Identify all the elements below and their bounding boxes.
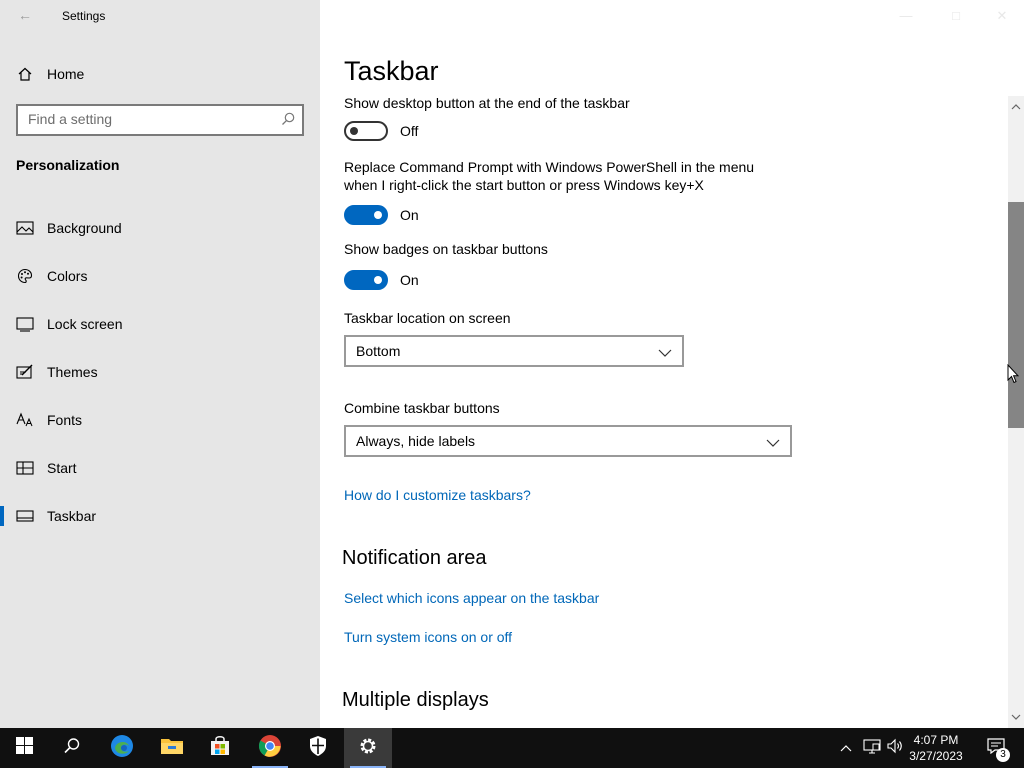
scrollbar[interactable] bbox=[1008, 96, 1024, 728]
app-title: Settings bbox=[62, 9, 106, 23]
system-icons-link[interactable]: Turn system icons on or off bbox=[344, 629, 512, 645]
powershell-toggle[interactable] bbox=[344, 205, 388, 225]
shield-icon bbox=[308, 735, 328, 762]
store-icon bbox=[209, 735, 231, 762]
palette-icon bbox=[16, 268, 34, 284]
combine-buttons-label: Combine taskbar buttons bbox=[344, 400, 500, 416]
title-bar: ← Settings bbox=[0, 0, 320, 34]
sidebar-item-label: Colors bbox=[47, 268, 88, 284]
powershell-label-line1: Replace Command Prompt with Windows Powe… bbox=[344, 159, 755, 175]
chevron-up-icon bbox=[840, 739, 852, 757]
store-button[interactable] bbox=[196, 728, 244, 768]
sidebar-item-label: Lock screen bbox=[47, 316, 123, 332]
close-icon[interactable]: ✕ bbox=[994, 8, 1010, 24]
sidebar-item-label: Fonts bbox=[47, 412, 83, 428]
powershell-row: On bbox=[344, 204, 984, 226]
notification-count-badge: 3 bbox=[996, 748, 1010, 762]
picture-icon bbox=[16, 220, 34, 236]
windows-logo-icon bbox=[15, 737, 33, 759]
network-button[interactable] bbox=[860, 728, 884, 768]
themes-icon bbox=[16, 364, 34, 380]
chrome-button[interactable] bbox=[246, 728, 294, 768]
start-icon bbox=[16, 460, 34, 476]
sidebar-item-label: Start bbox=[47, 460, 77, 476]
lock-screen-icon bbox=[16, 316, 34, 332]
network-icon bbox=[863, 738, 881, 759]
show-desktop-button-toggle[interactable] bbox=[344, 121, 388, 141]
main-pane: — □ ✕ Taskbar Show desktop button at the… bbox=[320, 0, 1024, 728]
back-arrow-icon[interactable]: ← bbox=[18, 7, 32, 23]
scroll-down-icon[interactable] bbox=[1011, 708, 1021, 726]
chevron-down-icon bbox=[658, 345, 672, 363]
settings-taskbar-button[interactable] bbox=[344, 728, 392, 768]
folder-icon bbox=[160, 736, 184, 761]
toggle-state-text: On bbox=[400, 207, 419, 223]
taskbar-search-button[interactable] bbox=[48, 728, 96, 768]
windows-taskbar: 4:07 PM 3/27/2023 3 bbox=[0, 728, 1024, 768]
action-center-button[interactable] bbox=[976, 728, 1016, 768]
start-button[interactable] bbox=[0, 728, 48, 768]
scrollbar-thumb[interactable] bbox=[1008, 202, 1024, 428]
search-input[interactable] bbox=[28, 111, 268, 127]
mouse-cursor-icon bbox=[1007, 363, 1020, 389]
powershell-label-line2: when I right-click the start button or p… bbox=[344, 177, 704, 193]
badges-row: On bbox=[344, 269, 984, 291]
file-explorer-button[interactable] bbox=[148, 728, 196, 768]
sidebar-item-taskbar[interactable]: Taskbar bbox=[0, 492, 320, 540]
home-icon bbox=[16, 66, 34, 82]
dropdown-value: Always, hide labels bbox=[356, 433, 476, 449]
multiple-displays-heading: Multiple displays bbox=[342, 689, 489, 711]
select-icons-link[interactable]: Select which icons appear on the taskbar bbox=[344, 590, 599, 606]
sidebar-item-label: Home bbox=[47, 66, 85, 82]
sidebar-item-background[interactable]: Background bbox=[0, 204, 320, 252]
taskbar-icon bbox=[16, 508, 34, 524]
badges-label: Show badges on taskbar buttons bbox=[344, 241, 548, 257]
page-title: Taskbar bbox=[344, 56, 439, 86]
minimize-icon[interactable]: — bbox=[898, 8, 914, 24]
sidebar-nav: Background Colors Lock screen Themes Fon… bbox=[0, 204, 320, 540]
combine-buttons-dropdown[interactable]: Always, hide labels bbox=[344, 425, 792, 457]
sidebar-item-fonts[interactable]: Fonts bbox=[0, 396, 320, 444]
toggle-state-text: On bbox=[400, 272, 419, 288]
section-title: Personalization bbox=[16, 157, 120, 173]
search-icon bbox=[63, 737, 81, 760]
search-icon[interactable] bbox=[280, 111, 296, 132]
sidebar-item-home[interactable]: Home bbox=[0, 58, 320, 90]
toggle-state-text: Off bbox=[400, 123, 419, 139]
chrome-icon bbox=[258, 734, 282, 763]
show-desktop-button-row: Off bbox=[344, 120, 984, 142]
dropdown-value: Bottom bbox=[356, 343, 401, 359]
sidebar-item-colors[interactable]: Colors bbox=[0, 252, 320, 300]
maximize-icon[interactable]: □ bbox=[948, 8, 964, 24]
fonts-icon bbox=[16, 412, 34, 428]
sidebar-item-label: Background bbox=[47, 220, 122, 236]
sidebar-item-themes[interactable]: Themes bbox=[0, 348, 320, 396]
show-hidden-icons-button[interactable] bbox=[836, 728, 856, 768]
search-box[interactable] bbox=[16, 104, 304, 136]
clock-date: 3/27/2023 bbox=[909, 749, 963, 763]
sidebar-item-start[interactable]: Start bbox=[0, 444, 320, 492]
sidebar-item-lock-screen[interactable]: Lock screen bbox=[0, 300, 320, 348]
scroll-up-icon[interactable] bbox=[1011, 98, 1021, 116]
sidebar-item-label: Themes bbox=[47, 364, 98, 380]
sidebar: ← Settings Home Personalization Backgrou… bbox=[0, 0, 320, 728]
taskbar-location-label: Taskbar location on screen bbox=[344, 310, 511, 326]
clock-time: 4:07 PM bbox=[913, 733, 959, 747]
sidebar-item-label: Taskbar bbox=[47, 508, 97, 524]
customize-taskbars-link[interactable]: How do I customize taskbars? bbox=[344, 487, 531, 503]
gear-icon bbox=[358, 736, 378, 761]
taskbar-clock[interactable]: 4:07 PM 3/27/2023 bbox=[896, 732, 976, 764]
badges-toggle[interactable] bbox=[344, 270, 388, 290]
notification-area-heading: Notification area bbox=[342, 547, 487, 569]
taskbar-location-dropdown[interactable]: Bottom bbox=[344, 335, 684, 367]
edge-icon bbox=[110, 734, 134, 763]
security-button[interactable] bbox=[294, 728, 342, 768]
chevron-down-icon bbox=[766, 435, 780, 453]
show-desktop-button-label: Show desktop button at the end of the ta… bbox=[344, 95, 630, 111]
settings-content: Show desktop button at the end of the ta… bbox=[342, 94, 984, 712]
edge-button[interactable] bbox=[98, 728, 146, 768]
